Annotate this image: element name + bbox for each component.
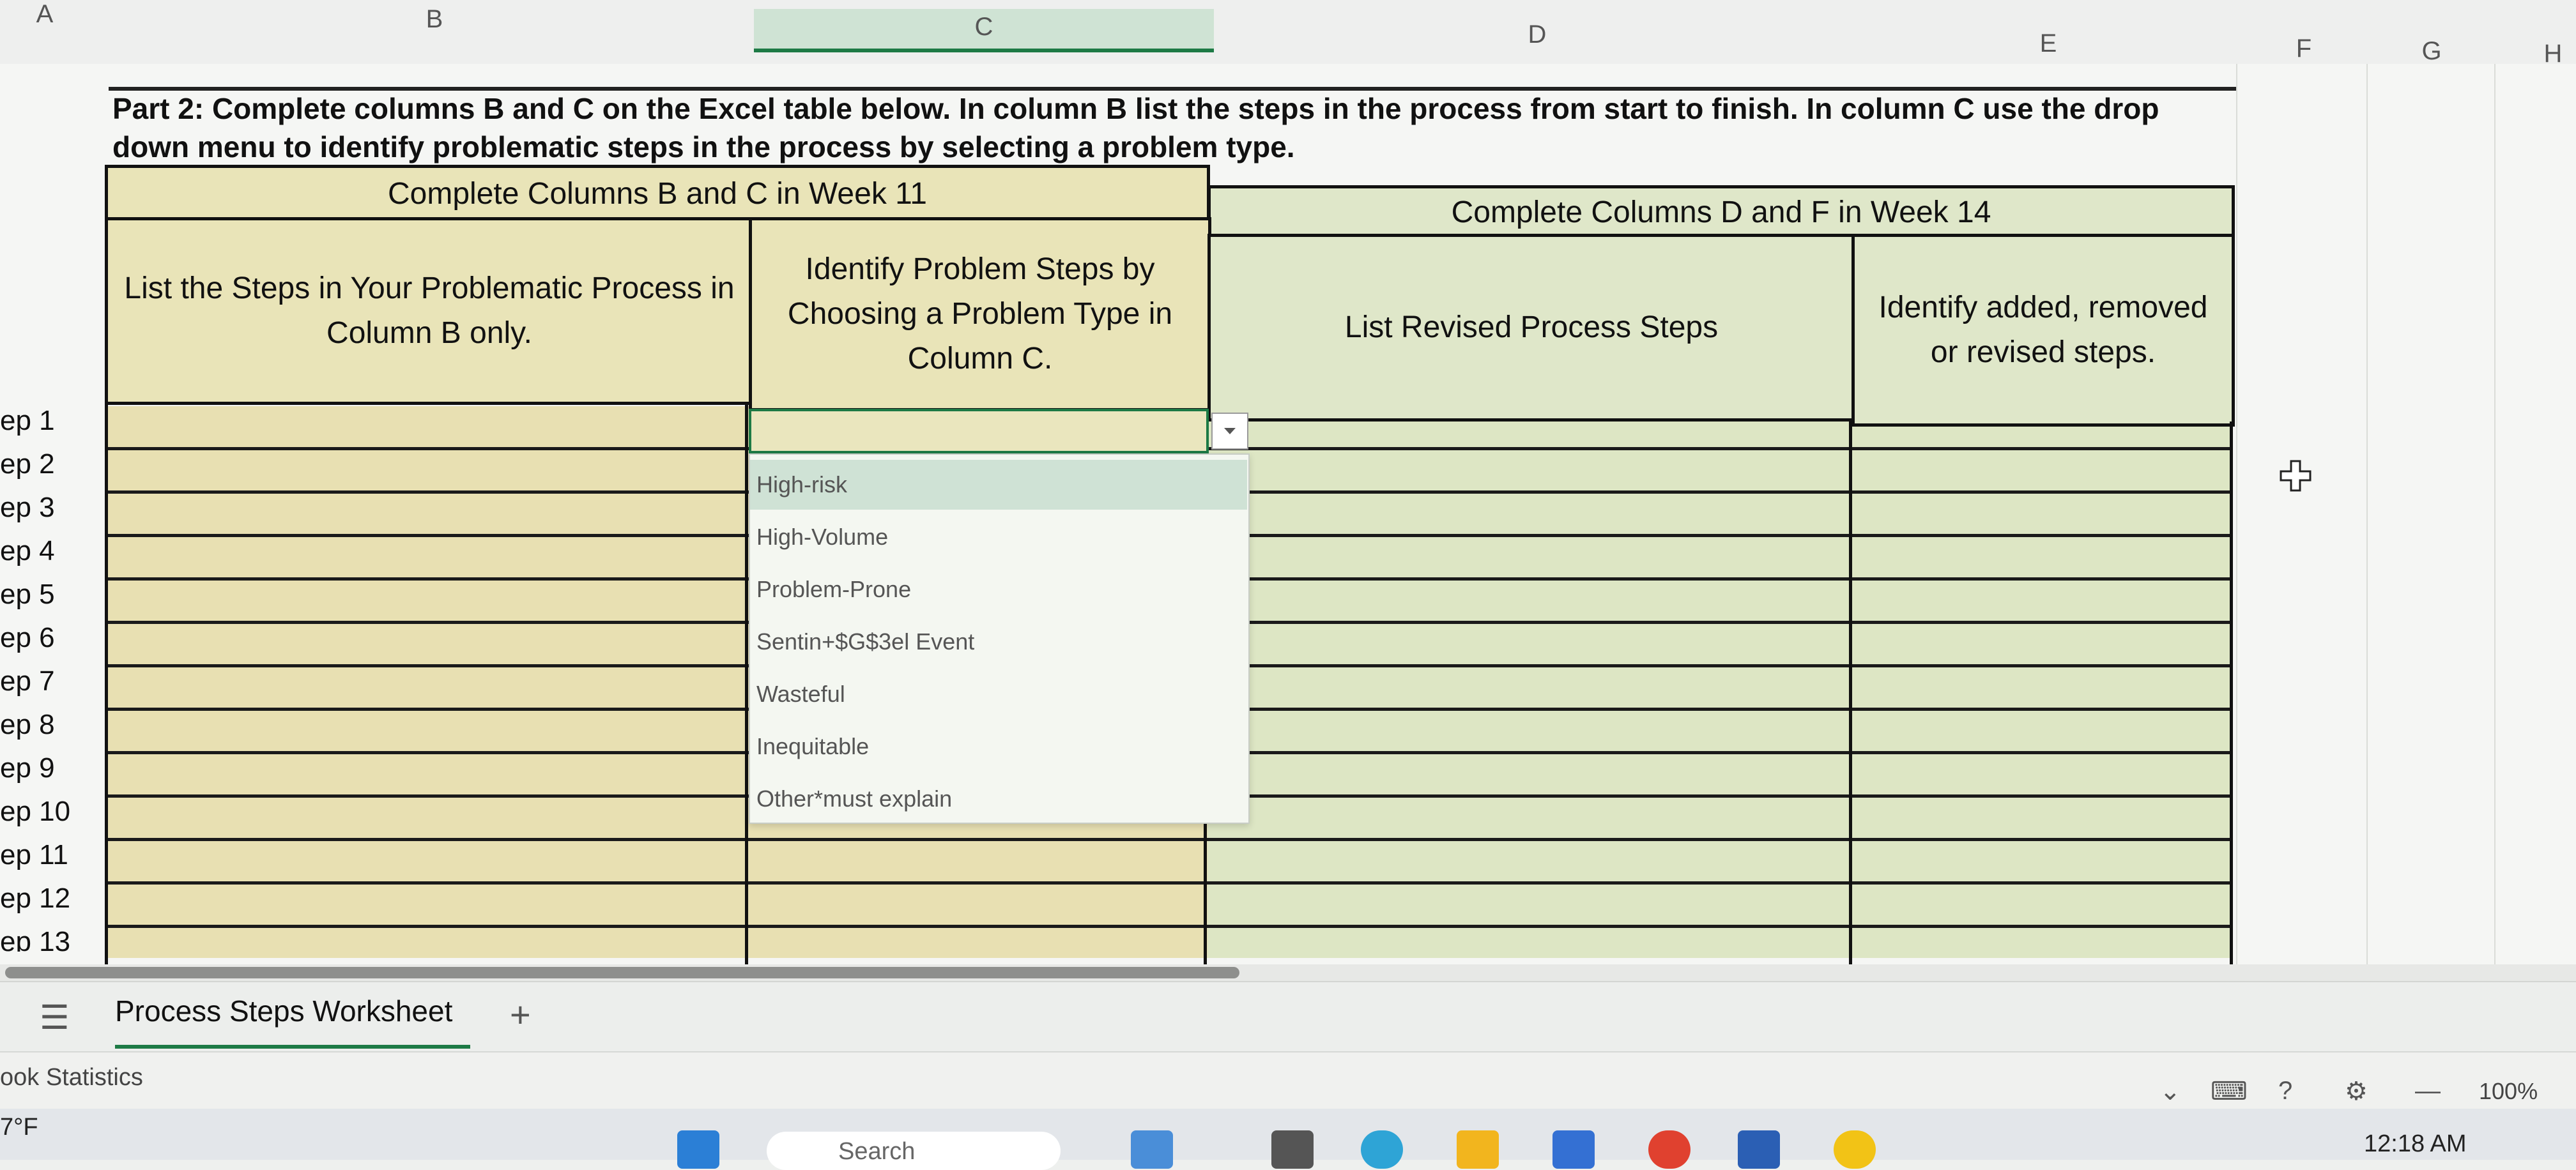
sheet-menu-icon[interactable]: ☰ (40, 999, 70, 1037)
column-header-b[interactable]: B (409, 5, 460, 34)
keyboard-icon[interactable]: ⌨ (2211, 1077, 2248, 1106)
column-d-header: List Revised Process Steps (1208, 234, 1855, 422)
row-label: ep 11 (0, 839, 68, 870)
zoom-out-icon[interactable]: — (2415, 1077, 2441, 1105)
column-header-bar: A B C D E F G H (0, 0, 2576, 68)
dropdown-list[interactable]: High-risk High-Volume Problem-Prone Sent… (749, 453, 1250, 824)
search-placeholder: Search (838, 1138, 916, 1165)
row-label: ep 6 (0, 622, 55, 653)
chrome-icon[interactable] (1648, 1130, 1690, 1169)
row-label: ep 4 (0, 535, 55, 566)
column-header-e[interactable]: E (2023, 29, 2074, 58)
dropdown-option[interactable]: Inequitable (756, 733, 1242, 760)
column-b-header: List the Steps in Your Problematic Proce… (105, 217, 754, 405)
column-d-cells[interactable] (1208, 418, 1853, 958)
row-label: ep 1 (0, 405, 55, 436)
norton-icon[interactable] (1834, 1130, 1876, 1169)
edge-icon[interactable] (1361, 1130, 1403, 1169)
dropdown-option[interactable]: High-risk (756, 471, 1242, 498)
row-border (105, 881, 2232, 885)
zoom-level[interactable]: 100% (2479, 1078, 2538, 1105)
column-e-header: Identify added, removed or revised steps… (1851, 234, 2235, 427)
row-label: ep 5 (0, 579, 55, 610)
gridline (2366, 64, 2368, 971)
row-label: ep 12 (0, 883, 71, 914)
row-label: ep 9 (0, 752, 55, 784)
store-icon[interactable] (1552, 1130, 1595, 1169)
dropdown-option[interactable]: Sentin+$G$3el Event (756, 628, 1242, 655)
cell-cursor-icon (2278, 459, 2313, 496)
gridline (2236, 64, 2237, 971)
dropdown-option[interactable]: High-Volume (756, 524, 1242, 551)
row-label: ep 10 (0, 796, 71, 827)
instructions-line-1: Part 2: Complete columns B and C on the … (112, 92, 2159, 125)
system-clock[interactable]: 12:18 AM (2364, 1130, 2467, 1158)
row-border (105, 838, 2232, 841)
column-c-header: Identify Problem Steps by Choosing a Pro… (749, 217, 1211, 411)
column-b-cells[interactable] (105, 406, 750, 958)
row-label: ep 3 (0, 492, 55, 523)
column-border (1849, 419, 1852, 964)
row-label: ep 7 (0, 665, 55, 697)
sheet-tab-process-steps[interactable]: Process Steps Worksheet (115, 994, 452, 1028)
word-icon[interactable] (1738, 1130, 1780, 1169)
column-border (105, 402, 108, 964)
dropdown-option[interactable]: Wasteful (756, 681, 1242, 708)
dropdown-option[interactable]: Other*must explain (756, 786, 1242, 812)
row-border (105, 925, 2232, 928)
add-sheet-button[interactable]: + (510, 994, 531, 1035)
column-border (745, 402, 748, 964)
feedback-icon[interactable]: ⚙ (2345, 1077, 2368, 1106)
help-icon[interactable]: ? (2278, 1077, 2292, 1105)
active-tab-indicator (115, 1045, 470, 1049)
workbook-statistics[interactable]: ook Statistics (0, 1064, 143, 1091)
dropdown-button[interactable] (1211, 413, 1248, 450)
column-header-a[interactable]: A (26, 0, 64, 29)
column-border (2230, 422, 2233, 964)
column-e-cells[interactable] (1851, 422, 2232, 958)
file-explorer-icon[interactable] (1457, 1130, 1499, 1169)
task-view-icon[interactable] (1131, 1130, 1173, 1169)
app-icon[interactable] (1271, 1130, 1314, 1169)
column-header-d[interactable]: D (1512, 20, 1563, 49)
group-header-week-11: Complete Columns B and C in Week 11 (105, 165, 1210, 224)
group-header-week-14: Complete Columns D and F in Week 14 (1208, 185, 2235, 240)
instructions-text: Part 2: Complete columns B and C on the … (112, 66, 2240, 166)
row-label: ep 8 (0, 709, 55, 740)
status-bar (0, 1051, 2576, 1110)
start-icon[interactable] (677, 1130, 719, 1169)
column-header-g[interactable]: G (2406, 37, 2457, 66)
chevron-down-icon[interactable]: ⌄ (2159, 1077, 2181, 1106)
chevron-down-icon (1224, 428, 1236, 434)
column-header-c[interactable]: C (958, 13, 1009, 42)
weather-widget[interactable]: 7°F (0, 1114, 38, 1141)
column-header-f[interactable]: F (2278, 34, 2329, 63)
gridline (2494, 64, 2496, 971)
active-cell-c[interactable] (749, 409, 1209, 453)
row-label: ep 13 (0, 926, 71, 952)
scrollbar-thumb[interactable] (5, 967, 1239, 978)
instructions-line-2: down menu to identify problematic steps … (112, 130, 1295, 163)
row-label: ep 2 (0, 448, 55, 480)
dropdown-option[interactable]: Problem-Prone (756, 576, 1242, 603)
